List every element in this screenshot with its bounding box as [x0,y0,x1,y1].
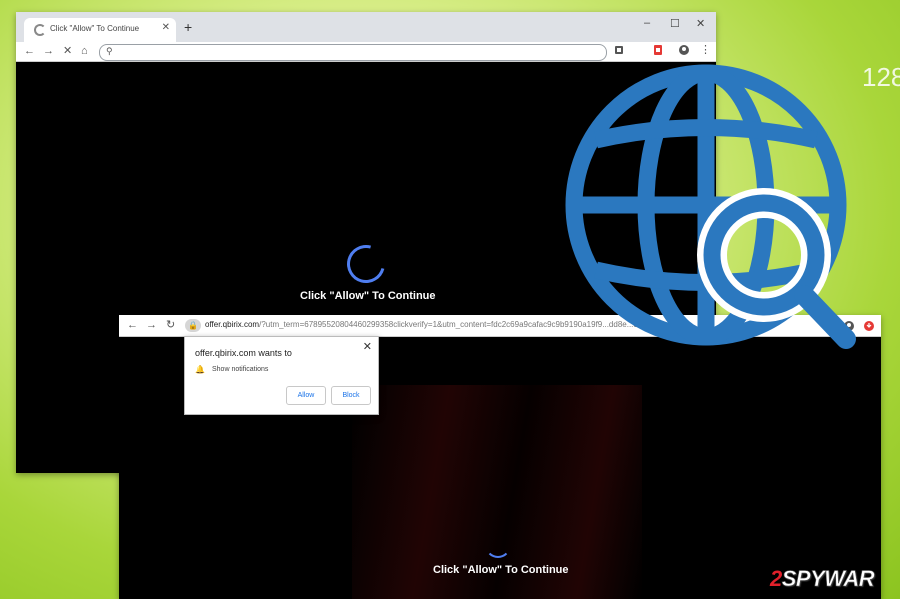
page-message: Click "Allow" To Continue [300,290,436,302]
page-message: Click "Allow" To Continue [433,564,569,576]
tab-title: Click "Allow" To Continue [50,24,140,33]
loading-spinner-icon [34,24,46,36]
search-icon: ⚲ [106,46,113,56]
notification-permission-popup: offer.qbirix.com wants to ✕ 🔔 Show notif… [184,336,379,415]
tab-close-icon[interactable]: ✕ [162,22,170,33]
popup-title: offer.qbirix.com wants to [195,348,292,358]
url-host: offer.qbirix.com [205,320,260,329]
minimize-icon[interactable]: – [644,17,650,29]
front-browser-window: ← → ↻ 🔒 offer.qbirix.com/?utm_term=67895… [119,315,881,599]
forward-arrow-icon[interactable]: → [43,44,54,58]
permission-text: Show notifications [212,366,269,373]
profile-icon[interactable] [679,45,689,55]
reload-icon[interactable]: ↻ [166,318,175,332]
forward-arrow-icon[interactable]: → [146,318,157,332]
lock-icon[interactable]: 🔒 [185,319,201,332]
watermark-logo: 2SPYWAR [770,566,875,592]
maximize-icon[interactable]: ☐ [670,17,680,30]
allow-button[interactable]: Allow [286,386,326,405]
extension-icon[interactable] [653,45,663,55]
home-icon[interactable]: ⌂ [81,44,88,58]
close-window-icon[interactable]: ✕ [696,17,705,30]
translate-icon[interactable] [614,45,624,55]
globe-search-icon [565,64,856,349]
back-arrow-icon[interactable]: ← [24,44,35,58]
page-loading-spinner [340,238,392,290]
block-button[interactable]: Block [331,386,371,405]
stop-icon[interactable]: ✕ [63,44,72,58]
bell-icon: 🔔 [195,365,205,374]
browser-tab[interactable]: Click "Allow" To Continue ✕ [24,18,176,42]
address-bar[interactable]: ⚲ [99,44,607,61]
partial-number: 128 [862,62,900,92]
update-icon[interactable] [864,321,874,331]
new-tab-button[interactable]: + [184,20,192,34]
back-arrow-icon[interactable]: ← [127,318,138,332]
popup-close-icon[interactable]: ✕ [363,340,372,353]
tab-strip: Click "Allow" To Continue ✕ + – ☐ ✕ [16,12,716,42]
